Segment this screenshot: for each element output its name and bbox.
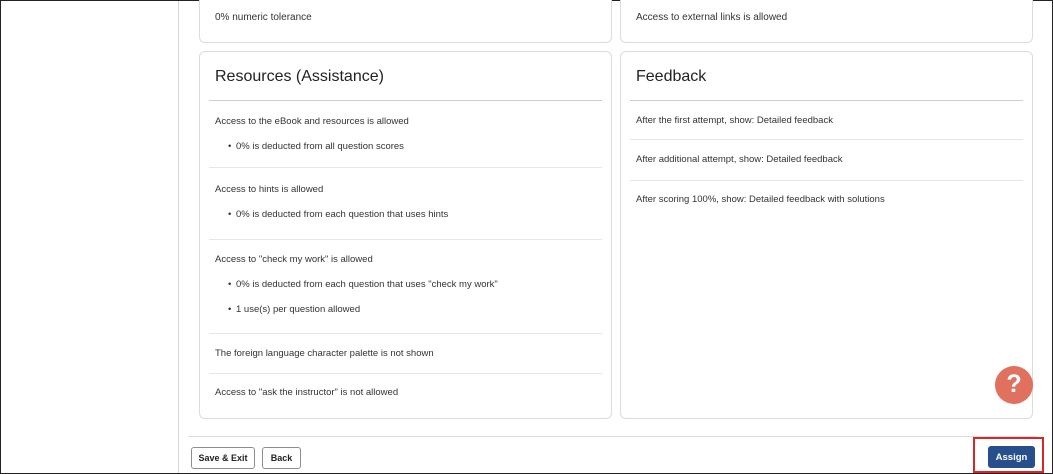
hints-access-text: Access to hints is allowed	[215, 184, 324, 195]
feedback-first-attempt-text: After the first attempt, show: Detailed …	[636, 115, 833, 126]
divider	[209, 333, 602, 334]
tolerance-card: 0% numeric tolerance	[199, 0, 612, 43]
numeric-tolerance-text: 0% numeric tolerance	[215, 12, 312, 23]
divider	[209, 167, 602, 168]
external-links-card: Access to external links is allowed	[620, 0, 1033, 43]
footer-divider	[189, 436, 1037, 437]
divider	[630, 139, 1023, 140]
hints-deduction-bullet: 0% is deducted from each question that u…	[228, 209, 448, 220]
divider	[630, 180, 1023, 181]
question-mark-icon[interactable]: ?	[995, 366, 1033, 404]
resources-title: Resources (Assistance)	[215, 68, 384, 85]
assign-button[interactable]: Assign	[988, 446, 1035, 468]
feedback-scoring-100-text: After scoring 100%, show: Detailed feedb…	[636, 194, 885, 205]
check-my-work-uses-bullet: 1 use(s) per question allowed	[228, 304, 360, 315]
ask-instructor-text: Access to "ask the instructor" is not al…	[215, 387, 399, 398]
resources-card: Resources (Assistance) Access to the eBo…	[199, 51, 612, 419]
ebook-deduction-bullet: 0% is deducted from all question scores	[228, 141, 404, 152]
character-palette-text: The foreign language character palette i…	[215, 348, 434, 359]
check-my-work-deduction-bullet: 0% is deducted from each question that u…	[228, 279, 498, 290]
resources-title-divider	[209, 100, 602, 101]
left-rail	[1, 1, 178, 473]
back-button[interactable]: Back	[262, 447, 301, 469]
feedback-title: Feedback	[636, 68, 707, 85]
ebook-access-text: Access to the eBook and resources is all…	[215, 116, 409, 127]
feedback-title-divider	[630, 100, 1023, 101]
check-my-work-access-text: Access to "check my work" is allowed	[215, 254, 373, 265]
feedback-additional-attempt-text: After additional attempt, show: Detailed…	[636, 154, 843, 165]
save-and-exit-button[interactable]: Save & Exit	[191, 447, 255, 469]
assignment-settings-content: 0% numeric tolerance Access to external …	[178, 0, 1047, 473]
external-links-text: Access to external links is allowed	[636, 12, 788, 23]
feedback-card: Feedback After the first attempt, show: …	[620, 51, 1033, 419]
divider	[209, 239, 602, 240]
divider	[209, 373, 602, 374]
